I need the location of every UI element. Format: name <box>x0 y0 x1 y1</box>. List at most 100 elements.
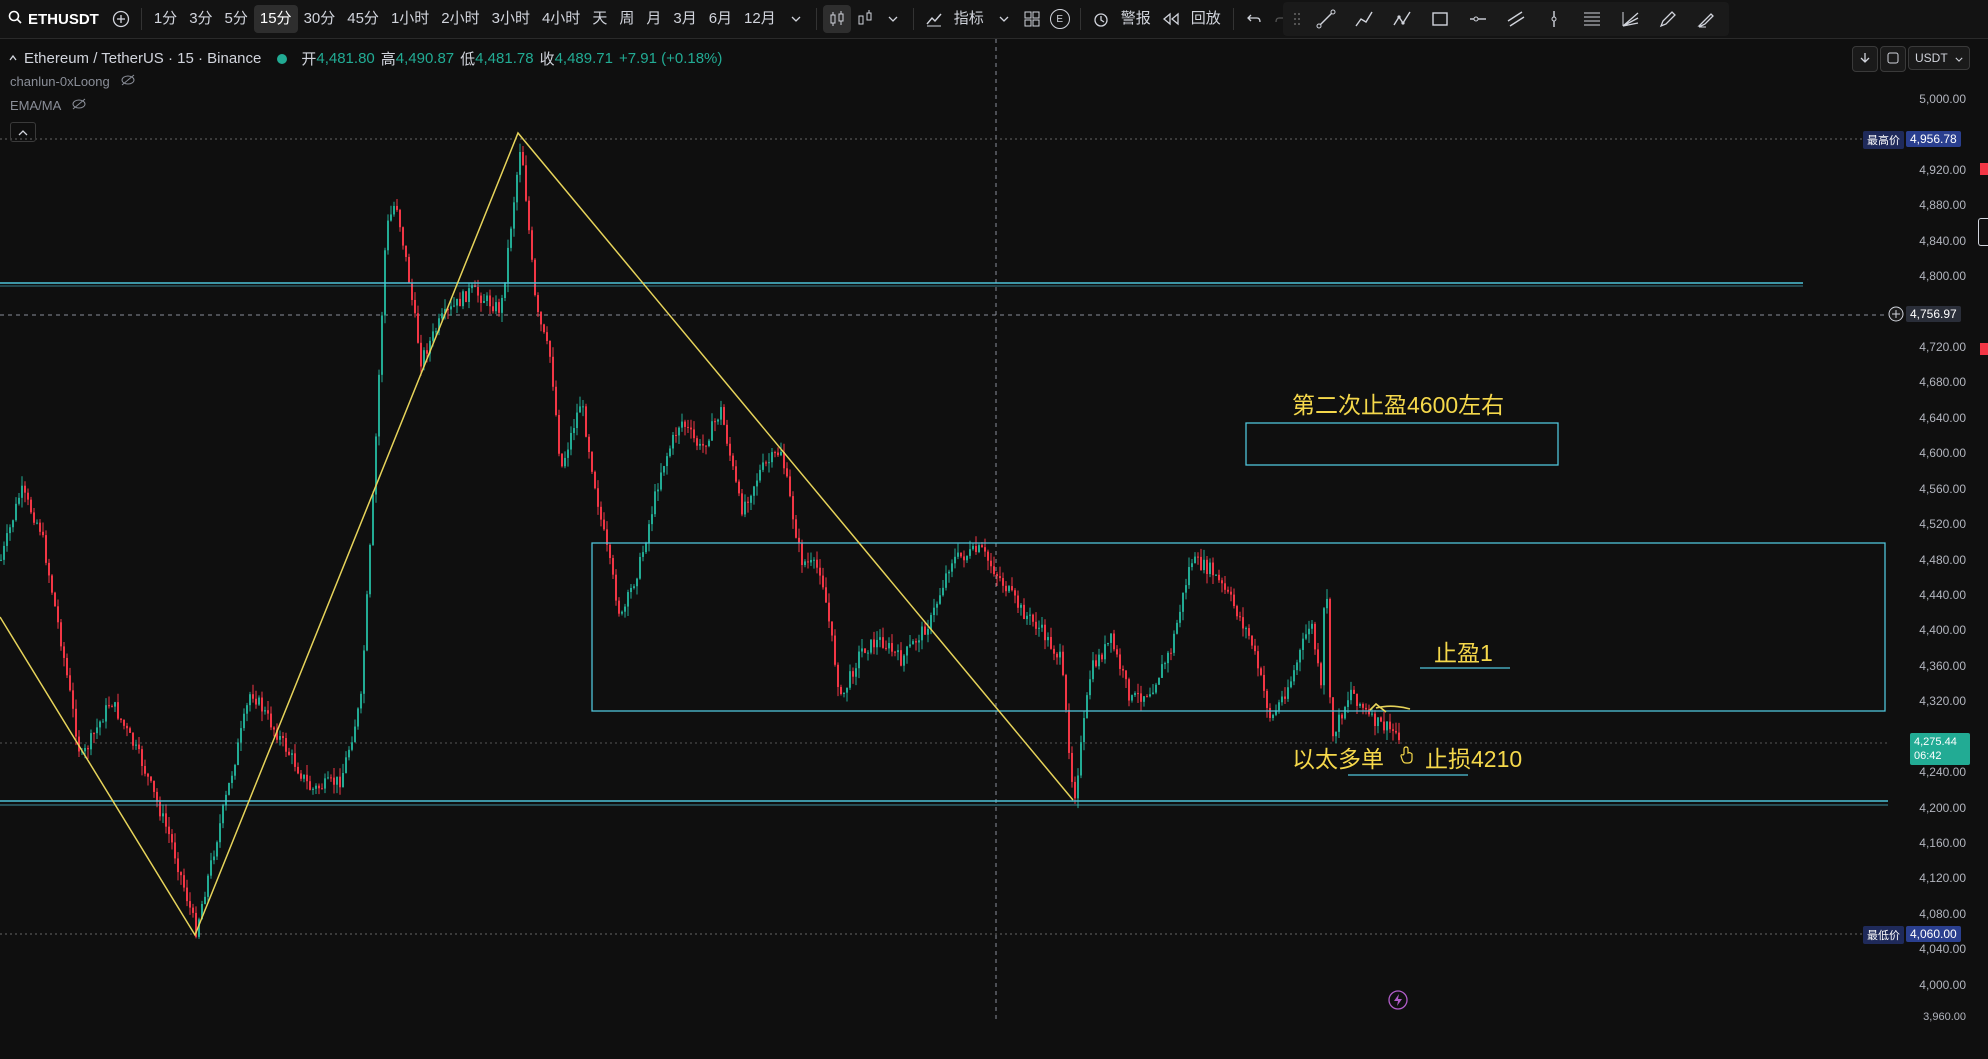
eye-hidden-icon[interactable] <box>120 74 136 89</box>
candle-body <box>354 726 356 743</box>
parallel-channel-tool[interactable] <box>1497 5 1535 33</box>
candle-body <box>801 543 803 566</box>
timeframe-button[interactable]: 周 <box>613 5 640 33</box>
add-alert-plus-icon[interactable] <box>1888 306 1904 322</box>
candle-body <box>1053 648 1055 654</box>
candle-body <box>363 650 365 694</box>
candle-body <box>177 858 179 873</box>
timeframe-button[interactable]: 1小时 <box>385 5 435 33</box>
vertical-line-tool[interactable] <box>1535 5 1573 33</box>
candle-body <box>39 522 41 532</box>
timeframe-button[interactable]: 天 <box>586 5 613 33</box>
candle-body <box>456 298 458 306</box>
add-symbol-button[interactable] <box>107 5 135 33</box>
symbol-search[interactable]: ETHUSDT <box>0 10 107 28</box>
candle-body <box>114 702 116 707</box>
eye-hidden-icon[interactable] <box>71 98 87 113</box>
alert-marker[interactable] <box>1980 163 1988 175</box>
indicator-row[interactable]: chanlun-0xLoong <box>10 74 136 89</box>
candle-body <box>1221 580 1223 584</box>
candle-body <box>1110 633 1112 643</box>
collapse-legend-icon[interactable] <box>8 50 18 67</box>
path-tool[interactable] <box>1345 5 1383 33</box>
candle-body <box>87 748 89 750</box>
timeframe-button[interactable]: 6月 <box>703 5 738 33</box>
candle-body <box>1386 721 1388 731</box>
timeframe-button[interactable]: 3分 <box>183 5 218 33</box>
layout-button[interactable] <box>1018 5 1046 33</box>
lightning-icon[interactable] <box>1388 990 1408 1010</box>
trend-line-tool[interactable] <box>1307 5 1345 33</box>
bar-style-button[interactable] <box>851 5 879 33</box>
undo-button[interactable] <box>1240 5 1268 33</box>
timeframe-button[interactable]: 1分 <box>148 5 183 33</box>
timeframe-button[interactable]: 12月 <box>738 5 782 33</box>
alert-marker[interactable] <box>1980 343 1988 355</box>
candle-body <box>309 781 311 790</box>
collapse-indicators-button[interactable] <box>10 122 36 142</box>
timeframe-button[interactable]: 5分 <box>219 5 254 33</box>
scroll-down-button[interactable] <box>1852 46 1878 72</box>
candle-body <box>597 488 599 507</box>
horizontal-ray-tool[interactable] <box>1459 5 1497 33</box>
candle-body <box>420 342 422 367</box>
candle-body <box>564 457 566 467</box>
candle-body <box>495 302 497 312</box>
fib-fan-tool[interactable] <box>1611 5 1649 33</box>
currency-select[interactable]: USDT <box>1908 46 1970 70</box>
price-chart[interactable] <box>0 39 1988 1020</box>
timeframe-button[interactable]: 3月 <box>667 5 702 33</box>
candle-body <box>147 773 149 777</box>
zigzag-tool[interactable] <box>1383 5 1421 33</box>
brush-tool[interactable] <box>1649 5 1687 33</box>
candle-body <box>1008 586 1010 592</box>
timeframe-dropdown[interactable] <box>782 5 810 33</box>
candle-body <box>450 306 452 310</box>
candle-body <box>1164 663 1166 665</box>
auto-scale-button[interactable] <box>1880 46 1906 72</box>
price-tick: 4,440.00 <box>1919 587 1966 602</box>
candle-body <box>972 545 974 550</box>
candle-body <box>120 718 122 720</box>
replay-icon-button[interactable] <box>1157 5 1185 33</box>
candle-body <box>975 545 977 552</box>
indicators-icon-button[interactable] <box>920 5 948 33</box>
chart-area[interactable] <box>0 39 1988 1059</box>
alert-icon-button[interactable] <box>1087 5 1115 33</box>
drag-handle[interactable] <box>1287 5 1307 33</box>
rectangle-tool[interactable] <box>1421 5 1459 33</box>
indicators-dropdown[interactable] <box>990 5 1018 33</box>
candle-body <box>792 496 794 520</box>
replay-button[interactable]: 回放 <box>1185 5 1227 33</box>
candle-body <box>165 813 167 827</box>
candle-body <box>1200 556 1202 571</box>
timeframe-button[interactable]: 4小时 <box>536 5 586 33</box>
indicator-row[interactable]: EMA/MA <box>10 98 87 113</box>
divider <box>815 8 817 30</box>
candle-body <box>243 713 245 729</box>
right-panel-toggle[interactable] <box>1978 218 1988 246</box>
candle-style-button[interactable] <box>822 5 851 33</box>
candle-body <box>648 524 650 544</box>
indicators-button[interactable]: 指标 <box>948 5 990 33</box>
timeframe-button[interactable]: 45分 <box>341 5 385 33</box>
candle-body <box>1176 622 1178 634</box>
timeframe-button[interactable]: 2小时 <box>435 5 485 33</box>
candle-body <box>1074 781 1076 799</box>
candle-body <box>816 559 818 568</box>
timeframe-button[interactable]: 3小时 <box>486 5 536 33</box>
timeframe-button[interactable]: 月 <box>640 5 667 33</box>
candle-body <box>357 708 359 727</box>
candle-body <box>1347 700 1349 707</box>
timeframe-button[interactable]: 15分 <box>253 5 298 33</box>
candle-body <box>267 710 269 714</box>
style-dropdown[interactable] <box>879 5 907 33</box>
fib-retracement-tool[interactable] <box>1573 5 1611 33</box>
highlighter-tool[interactable] <box>1687 5 1725 33</box>
candle-body <box>729 443 731 456</box>
timeframe-button[interactable]: 30分 <box>298 5 342 33</box>
candle-body <box>1230 591 1232 595</box>
alert-button[interactable]: 警报 <box>1115 5 1157 33</box>
candle-body <box>924 626 926 635</box>
e-button[interactable]: E <box>1046 5 1074 33</box>
